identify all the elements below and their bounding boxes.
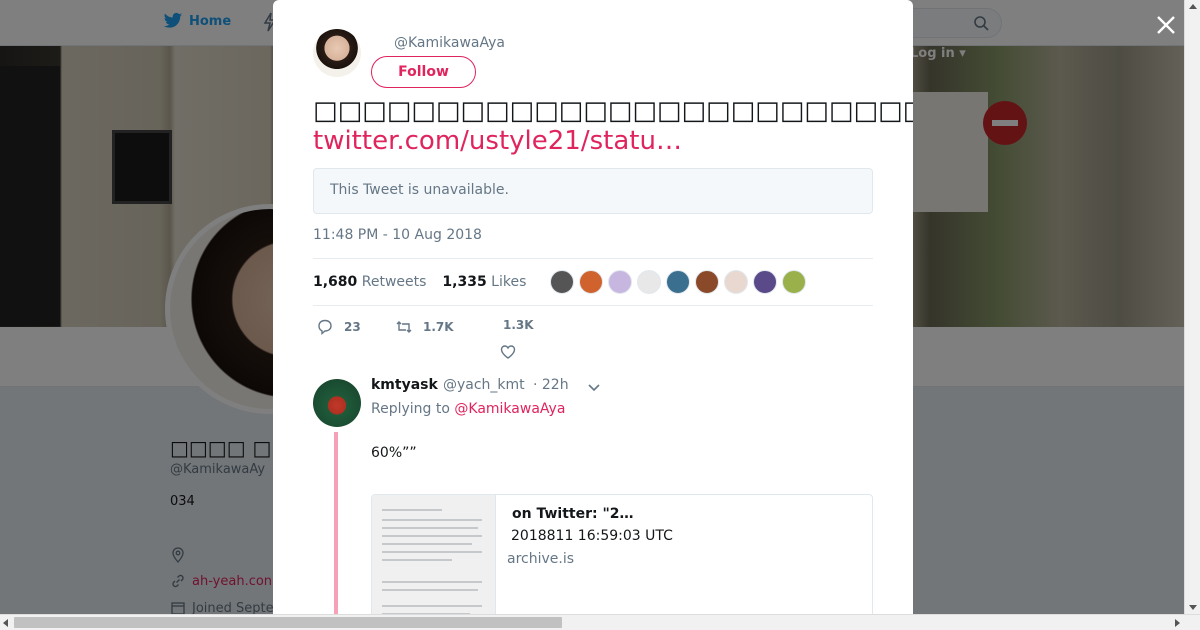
thumb-text-line <box>382 551 482 553</box>
replying-to-handle[interactable]: @KamikawaAya <box>454 401 565 417</box>
retweets-stat[interactable]: 1,680 Retweets <box>313 274 426 290</box>
link-card[interactable]: on Twitter: "2… 2018811 16:59:03 UTC arc… <box>371 494 873 614</box>
link-card-domain: archive.is <box>507 551 575 567</box>
likes-count: 1,335 <box>442 274 487 290</box>
liker-avatar[interactable] <box>666 270 691 294</box>
close-icon[interactable] <box>1153 12 1179 38</box>
reply-text: 60%”” <box>371 445 417 461</box>
liker-avatar[interactable] <box>753 270 778 294</box>
link-card-title: on Twitter: "2… <box>512 506 634 522</box>
link-card-description: 2018811 16:59:03 UTC <box>511 528 673 544</box>
scroll-down-icon[interactable] <box>1189 605 1197 610</box>
scroll-left-icon[interactable] <box>3 619 8 627</box>
tweet-author-avatar[interactable] <box>313 29 361 77</box>
thumb-text-line <box>382 527 478 529</box>
quoted-tweet-unavailable: This Tweet is unavailable. <box>313 168 873 214</box>
follow-button[interactable]: Follow <box>371 56 476 88</box>
tweet-timestamp[interactable]: 11:48 PM - 10 Aug 2018 <box>313 227 482 243</box>
liker-avatar[interactable] <box>550 270 575 294</box>
tweet-permalink-modal: @KamikawaAya Follow □□□□□□□□□□□□□□□□□□□□… <box>273 0 913 614</box>
like-count: 1.3K <box>503 318 534 332</box>
like-action[interactable]: 1.3K <box>503 318 534 332</box>
reply-thread-line <box>334 432 338 614</box>
retweets-label: Retweets <box>361 274 427 290</box>
thumb-text-line <box>382 581 482 583</box>
horizontal-scrollbar-thumb[interactable] <box>14 617 562 628</box>
scroll-up-icon[interactable] <box>1189 4 1197 9</box>
reply-icon <box>318 319 332 335</box>
reply-action[interactable]: 23 <box>316 318 361 336</box>
replying-to-prefix: Replying to <box>371 401 450 417</box>
liker-avatars <box>550 270 807 294</box>
liker-avatar[interactable] <box>637 270 662 294</box>
heart-icon[interactable] <box>499 343 517 361</box>
tweet-link[interactable]: twitter.com/ustyle21/statu… <box>313 126 682 156</box>
tweet-actions: 23 1.7K 1.3K <box>313 318 873 362</box>
retweet-icon <box>396 321 412 333</box>
reply-author-name[interactable]: kmtyask <box>371 377 438 393</box>
liker-avatar[interactable] <box>695 270 720 294</box>
likes-label: Likes <box>491 274 527 290</box>
tweet-stats: 1,680 Retweets 1,335 Likes <box>313 258 873 306</box>
vertical-scrollbar[interactable] <box>1184 0 1200 614</box>
tweet-text: □□□□□□□□□□□□□□□□□□□□□□□□□□□□□□□□□□□□□□□□… <box>313 96 913 126</box>
chevron-down-icon[interactable] <box>587 380 601 394</box>
thumb-text-line <box>382 535 482 537</box>
reply-author-avatar[interactable] <box>313 379 361 427</box>
reply-count: 23 <box>344 320 361 334</box>
thumb-text-line <box>382 519 482 521</box>
retweet-count: 1.7K <box>423 320 454 334</box>
thumb-text-line <box>382 589 478 591</box>
scroll-right-icon[interactable] <box>1175 619 1180 627</box>
thumb-text-line <box>382 543 472 545</box>
liker-avatar[interactable] <box>782 270 807 294</box>
liker-avatar[interactable] <box>608 270 633 294</box>
thumb-text-line <box>382 509 442 511</box>
retweets-count: 1,680 <box>313 274 358 290</box>
reply-author-handle[interactable]: @yach_kmt <box>443 377 525 393</box>
retweet-action[interactable]: 1.7K <box>395 318 454 336</box>
thumb-text-line <box>382 605 482 607</box>
replying-to: Replying to @KamikawaAya <box>371 401 565 417</box>
link-card-thumbnail <box>372 495 496 614</box>
reply-time[interactable]: · 22h <box>533 377 569 393</box>
liker-avatar[interactable] <box>579 270 604 294</box>
thumb-text-line <box>382 559 452 561</box>
tweet-author-handle[interactable]: @KamikawaAya <box>394 35 505 51</box>
likes-stat[interactable]: 1,335 Likes <box>442 274 526 290</box>
liker-avatar[interactable] <box>724 270 749 294</box>
horizontal-scrollbar[interactable] <box>0 614 1200 630</box>
